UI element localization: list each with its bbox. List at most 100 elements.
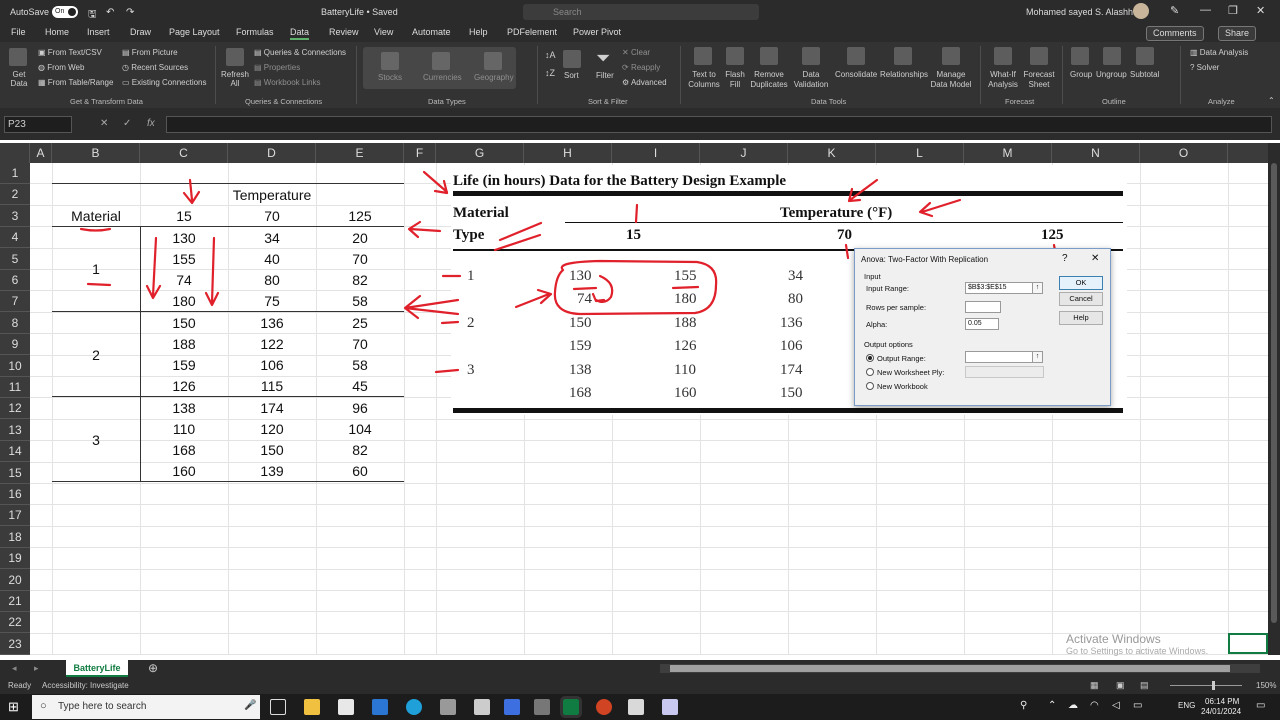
data-cell[interactable]: 74 bbox=[140, 270, 228, 291]
clock-time[interactable]: 06:14 PM bbox=[1205, 697, 1239, 706]
consolidate-button[interactable]: Consolidate bbox=[835, 70, 877, 79]
column-header-m[interactable]: M bbox=[964, 143, 1052, 163]
existing-connections-button[interactable]: ▭ Existing Connections bbox=[122, 78, 207, 87]
currencies-button[interactable]: Currencies bbox=[423, 73, 462, 82]
tab-insert[interactable]: Insert bbox=[87, 27, 110, 37]
undo-icon[interactable]: ↶ bbox=[106, 7, 114, 18]
ok-button[interactable]: OK bbox=[1059, 276, 1103, 290]
data-cell[interactable]: 159 bbox=[140, 355, 228, 376]
microphone-icon[interactable]: 🎤 bbox=[244, 700, 256, 711]
data-validation-icon[interactable] bbox=[802, 47, 820, 65]
data-cell[interactable]: 80 bbox=[228, 270, 316, 291]
reapply-button[interactable]: ⟳ Reapply bbox=[622, 63, 660, 72]
output-range-collapse-button[interactable]: ↑ bbox=[1032, 351, 1043, 363]
powerpoint-icon[interactable] bbox=[596, 699, 612, 715]
stocks-button[interactable]: Stocks bbox=[378, 73, 402, 82]
data-cell[interactable]: 75 bbox=[228, 291, 316, 312]
column-header-d[interactable]: D bbox=[228, 143, 316, 163]
taskbar-search-input[interactable]: Type here to search bbox=[32, 695, 260, 719]
horizontal-scrollbar[interactable] bbox=[660, 664, 1260, 673]
comments-button[interactable]: Comments bbox=[1146, 26, 1204, 41]
row-header-14[interactable]: 14 bbox=[0, 441, 30, 463]
queries-connections-button[interactable]: ▤ Queries & Connections bbox=[254, 48, 346, 57]
row-header-3[interactable]: 3 bbox=[0, 206, 30, 227]
flash-fill-button[interactable]: Flash Fill bbox=[722, 70, 748, 90]
app-icon[interactable] bbox=[662, 699, 678, 715]
column-header-g[interactable]: G bbox=[436, 143, 524, 163]
refresh-all-button[interactable]: Refresh All bbox=[220, 70, 250, 88]
data-cell[interactable]: 120 bbox=[228, 419, 316, 440]
row-header-18[interactable]: 18 bbox=[0, 527, 30, 548]
minimize-icon[interactable]: — bbox=[1200, 4, 1211, 16]
data-cell[interactable]: 60 bbox=[316, 461, 404, 482]
row-header-7[interactable]: 7 bbox=[0, 291, 30, 313]
row-header-2[interactable]: 2 bbox=[0, 184, 30, 206]
column-header-c[interactable]: C bbox=[140, 143, 228, 163]
geography-icon[interactable] bbox=[484, 52, 502, 70]
dialog-close-icon[interactable]: ✕ bbox=[1091, 253, 1099, 264]
group-icon[interactable] bbox=[1071, 47, 1089, 65]
clock-date[interactable]: 24/01/2024 bbox=[1201, 707, 1241, 716]
tray-icon[interactable]: ⚲ bbox=[1020, 700, 1027, 711]
excel-taskbar-icon[interactable] bbox=[560, 696, 582, 718]
data-cell[interactable]: 45 bbox=[316, 376, 404, 397]
data-cell[interactable]: 130 bbox=[140, 228, 228, 249]
tab-data[interactable]: Data bbox=[290, 27, 310, 40]
output-range-label[interactable]: Output Range: bbox=[877, 354, 926, 363]
share-button[interactable]: Share bbox=[1218, 26, 1257, 41]
input-range-collapse-button[interactable]: ↑ bbox=[1032, 282, 1043, 294]
anova-dialog[interactable]: Anova: Two-Factor With Replication ? ✕ I… bbox=[854, 248, 1111, 406]
new-worksheet-ply-radio[interactable] bbox=[866, 368, 874, 376]
data-cell[interactable]: 138 bbox=[140, 398, 228, 419]
filter-button[interactable]: Filter bbox=[596, 71, 614, 80]
relationships-button[interactable]: Relationships bbox=[880, 70, 928, 79]
get-data-button[interactable]: Get Data bbox=[7, 70, 31, 88]
stocks-icon[interactable] bbox=[381, 52, 399, 70]
row-header-23[interactable]: 23 bbox=[0, 634, 30, 655]
data-cell[interactable]: 96 bbox=[316, 398, 404, 419]
temp-header-15[interactable]: 15 bbox=[140, 206, 228, 227]
battery-icon[interactable]: ▭ bbox=[1133, 700, 1142, 711]
manage-data-model-button[interactable]: Manage Data Model bbox=[930, 70, 972, 90]
data-cell[interactable]: 180 bbox=[140, 291, 228, 312]
filter-icon[interactable]: ⏷ bbox=[596, 48, 610, 69]
material-3-label[interactable]: 3 bbox=[52, 430, 140, 451]
new-worksheet-ply-label[interactable]: New Worksheet Ply: bbox=[877, 368, 944, 377]
alpha-field[interactable]: 0.05 bbox=[965, 318, 999, 330]
row-header-11[interactable]: 11 bbox=[0, 377, 30, 398]
currencies-icon[interactable] bbox=[432, 52, 450, 70]
data-cell[interactable]: 82 bbox=[316, 270, 404, 291]
cloud-icon[interactable]: ☁ bbox=[1068, 700, 1078, 711]
from-web-button[interactable]: ◍ From Web bbox=[38, 63, 84, 72]
language-indicator[interactable]: ENG bbox=[1178, 701, 1195, 710]
volume-icon[interactable]: ◁ bbox=[1112, 700, 1120, 711]
insert-function-button[interactable]: fx bbox=[147, 118, 155, 129]
collapse-ribbon-icon[interactable]: ⌃ bbox=[1268, 96, 1275, 105]
data-cell[interactable]: 40 bbox=[228, 249, 316, 270]
data-cell[interactable]: 70 bbox=[316, 334, 404, 355]
data-cell[interactable]: 174 bbox=[228, 398, 316, 419]
data-cell[interactable]: 168 bbox=[140, 440, 228, 461]
app-icon[interactable] bbox=[440, 699, 456, 715]
temp-header-125[interactable]: 125 bbox=[316, 206, 404, 227]
tab-draw[interactable]: Draw bbox=[130, 27, 151, 37]
sort-icon[interactable] bbox=[563, 50, 581, 68]
pdf-icon[interactable] bbox=[628, 699, 644, 715]
row-header-9[interactable]: 9 bbox=[0, 334, 30, 356]
forecast-sheet-icon[interactable] bbox=[1030, 47, 1048, 65]
column-header-b[interactable]: B bbox=[52, 143, 140, 163]
data-cell[interactable]: 155 bbox=[140, 249, 228, 270]
get-data-icon[interactable] bbox=[9, 48, 27, 66]
material-2-label[interactable]: 2 bbox=[52, 345, 140, 366]
file-explorer-icon[interactable] bbox=[304, 699, 320, 715]
row-header-16[interactable]: 16 bbox=[0, 484, 30, 505]
scroll-sheets-right-icon[interactable]: ▸ bbox=[34, 663, 39, 674]
column-header-i[interactable]: I bbox=[612, 143, 700, 163]
tab-automate[interactable]: Automate bbox=[412, 27, 451, 37]
temp-header-70[interactable]: 70 bbox=[228, 206, 316, 227]
scroll-sheets-left-icon[interactable]: ◂ bbox=[12, 663, 17, 674]
dialog-help-icon[interactable]: ? bbox=[1062, 253, 1068, 264]
solver-button[interactable]: ? Solver bbox=[1190, 63, 1219, 72]
new-workbook-radio[interactable] bbox=[866, 382, 874, 390]
data-validation-button[interactable]: Data Validation bbox=[788, 70, 834, 90]
